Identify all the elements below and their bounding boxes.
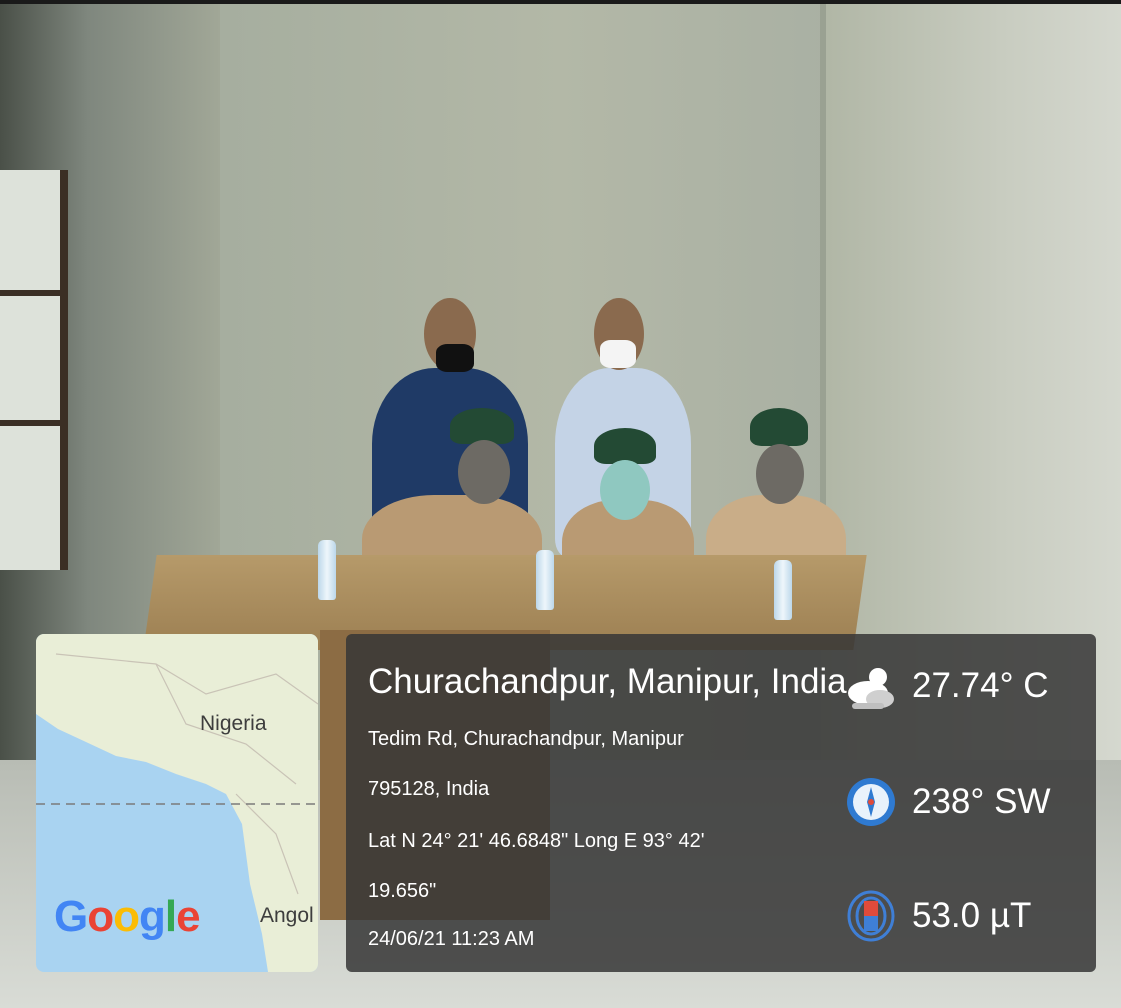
face-mask	[600, 340, 636, 368]
beret	[750, 408, 808, 446]
seated-officer-center-head	[600, 460, 650, 520]
seated-officer-left-head	[458, 440, 510, 504]
water-bottle	[318, 540, 336, 600]
temperature-value: 27.74° C	[912, 666, 1049, 705]
map-label-angola: Angol	[260, 904, 314, 927]
compass-icon	[844, 775, 898, 829]
cloud-sun-icon	[844, 659, 898, 713]
face-mask	[436, 344, 474, 372]
seated-officer-right-head	[756, 444, 804, 504]
beret	[594, 428, 656, 464]
address-line-1: Tedim Rd, Churachandpur, Manipur	[368, 728, 684, 750]
top-border	[0, 0, 1121, 4]
date-time: 24/06/21 11:23 AM	[368, 928, 535, 950]
coordinates-line-1: Lat N 24° 21' 46.6848" Long E 93° 42'	[368, 830, 705, 852]
water-bottle	[536, 550, 554, 610]
map-label-nigeria: Nigeria	[200, 712, 267, 735]
beret	[450, 408, 514, 444]
water-bottle	[774, 560, 792, 620]
window	[0, 170, 68, 570]
magnetic-value: 53.0 µT	[912, 896, 1032, 935]
wind-value: 238° SW	[912, 782, 1051, 821]
temperature-reading: 27.74° C	[844, 656, 1049, 716]
google-logo: Google	[54, 892, 201, 941]
geotag-info-panel: Churachandpur, Manipur, India Tedim Rd, …	[346, 634, 1096, 972]
magnet-icon	[844, 889, 898, 943]
map-thumbnail[interactable]: Nigeria Angol Google	[36, 634, 318, 972]
place-name: Churachandpur, Manipur, India	[368, 662, 847, 701]
coordinates-line-2: 19.656"	[368, 880, 437, 902]
wind-reading: 238° SW	[844, 772, 1051, 832]
address-line-2: 795128, India	[368, 778, 490, 800]
magnetic-reading: 53.0 µT	[844, 886, 1031, 946]
